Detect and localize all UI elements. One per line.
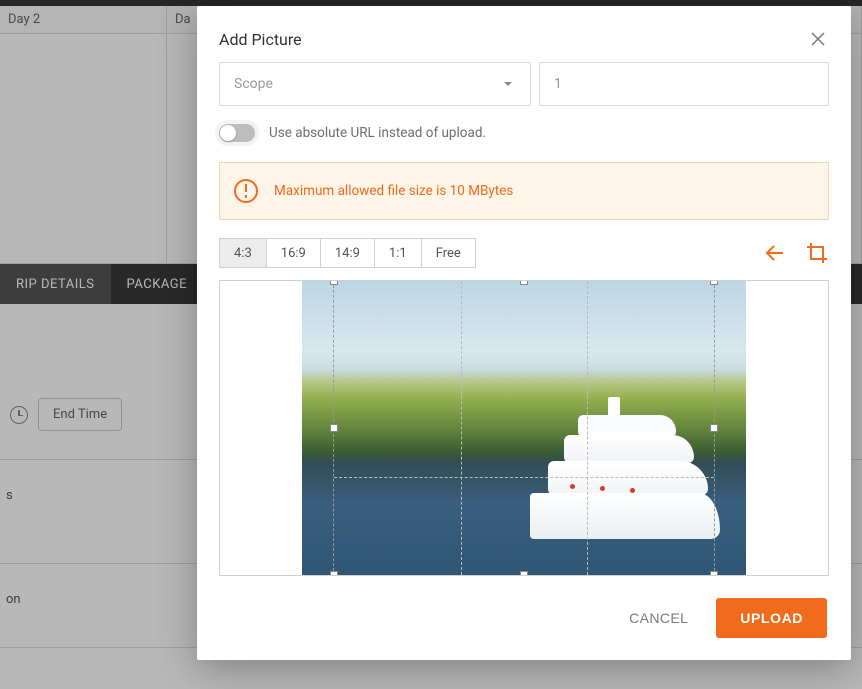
close-button[interactable] xyxy=(807,28,829,50)
crop-handle[interactable] xyxy=(710,571,718,576)
aspect-ratio-group: 4:3 16:9 14:9 1:1 Free xyxy=(219,238,476,268)
add-picture-modal: Add Picture Scope 1 Use absolute URL ins… xyxy=(197,6,851,660)
image-preview[interactable] xyxy=(219,280,829,576)
alert-text: Maximum allowed file size is 10 MBytes xyxy=(274,183,513,199)
filesize-alert: Maximum allowed file size is 10 MBytes xyxy=(219,162,829,220)
crop-handle[interactable] xyxy=(710,424,718,432)
crop-handle[interactable] xyxy=(520,280,528,285)
ratio-14-9[interactable]: 14:9 xyxy=(320,238,375,268)
ratio-free[interactable]: Free xyxy=(421,238,476,268)
order-input[interactable]: 1 xyxy=(539,62,829,106)
crop-button[interactable] xyxy=(805,241,829,265)
crop-handle[interactable] xyxy=(330,280,338,285)
upload-button[interactable]: UPLOAD xyxy=(716,598,827,638)
scope-placeholder: Scope xyxy=(234,76,273,92)
undo-button[interactable] xyxy=(763,241,787,265)
ratio-16-9[interactable]: 16:9 xyxy=(266,238,321,268)
crop-handle[interactable] xyxy=(330,571,338,576)
crop-icon xyxy=(805,241,829,265)
ratio-1-1[interactable]: 1:1 xyxy=(374,238,422,268)
arrow-left-icon xyxy=(763,241,787,265)
toggle-label: Use absolute URL instead of upload. xyxy=(269,125,486,141)
crop-box[interactable] xyxy=(334,281,714,575)
crop-handle[interactable] xyxy=(330,424,338,432)
scope-select[interactable]: Scope xyxy=(219,62,531,106)
chevron-down-icon xyxy=(500,76,516,92)
absolute-url-toggle[interactable] xyxy=(219,124,255,142)
warning-icon xyxy=(234,179,258,203)
crop-handle[interactable] xyxy=(710,280,718,285)
cancel-button[interactable]: CANCEL xyxy=(609,598,708,638)
close-icon xyxy=(809,30,827,48)
ratio-4-3[interactable]: 4:3 xyxy=(219,238,267,268)
order-value: 1 xyxy=(554,76,562,92)
preview-image xyxy=(302,281,746,575)
crop-handle[interactable] xyxy=(520,571,528,576)
modal-title: Add Picture xyxy=(219,30,302,49)
